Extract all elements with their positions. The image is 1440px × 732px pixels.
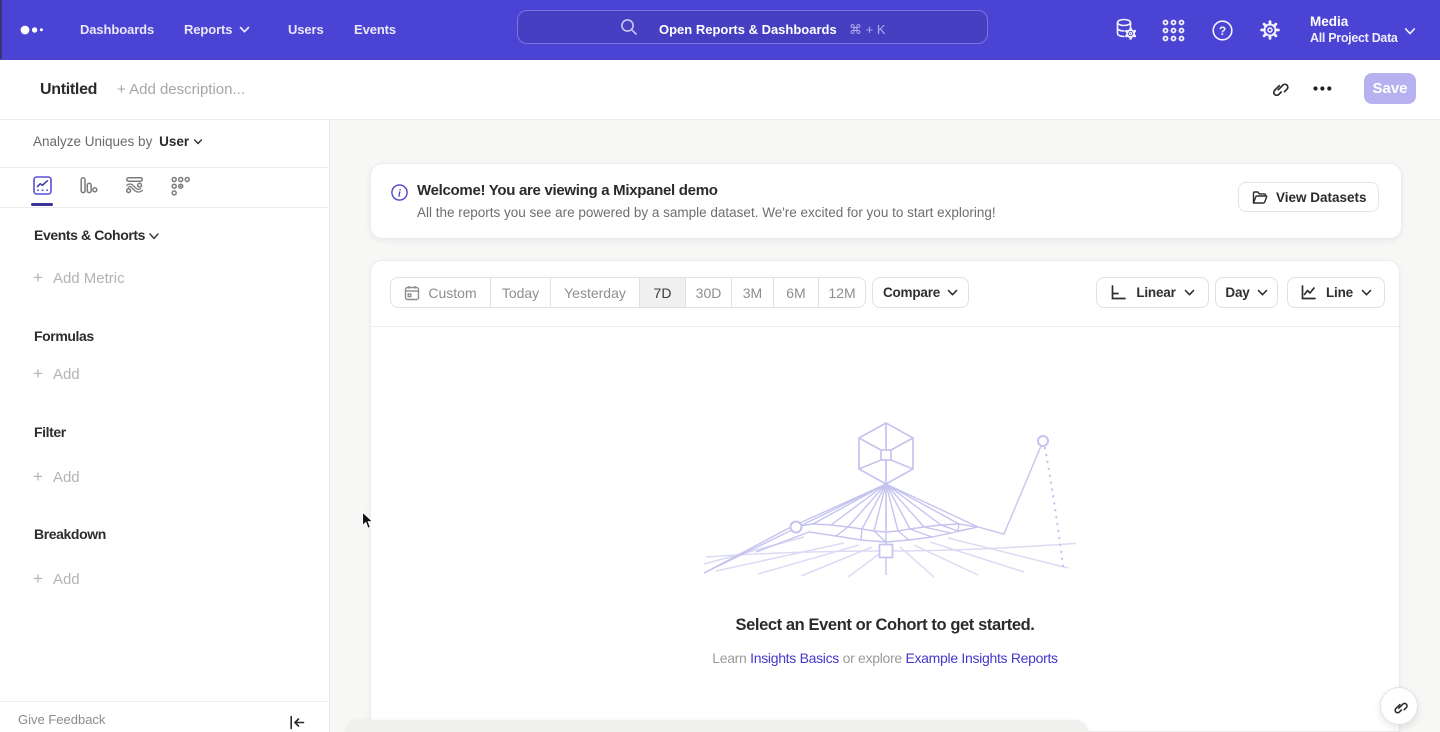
svg-text:?: ?: [1219, 24, 1226, 38]
svg-text:i: i: [398, 188, 401, 199]
